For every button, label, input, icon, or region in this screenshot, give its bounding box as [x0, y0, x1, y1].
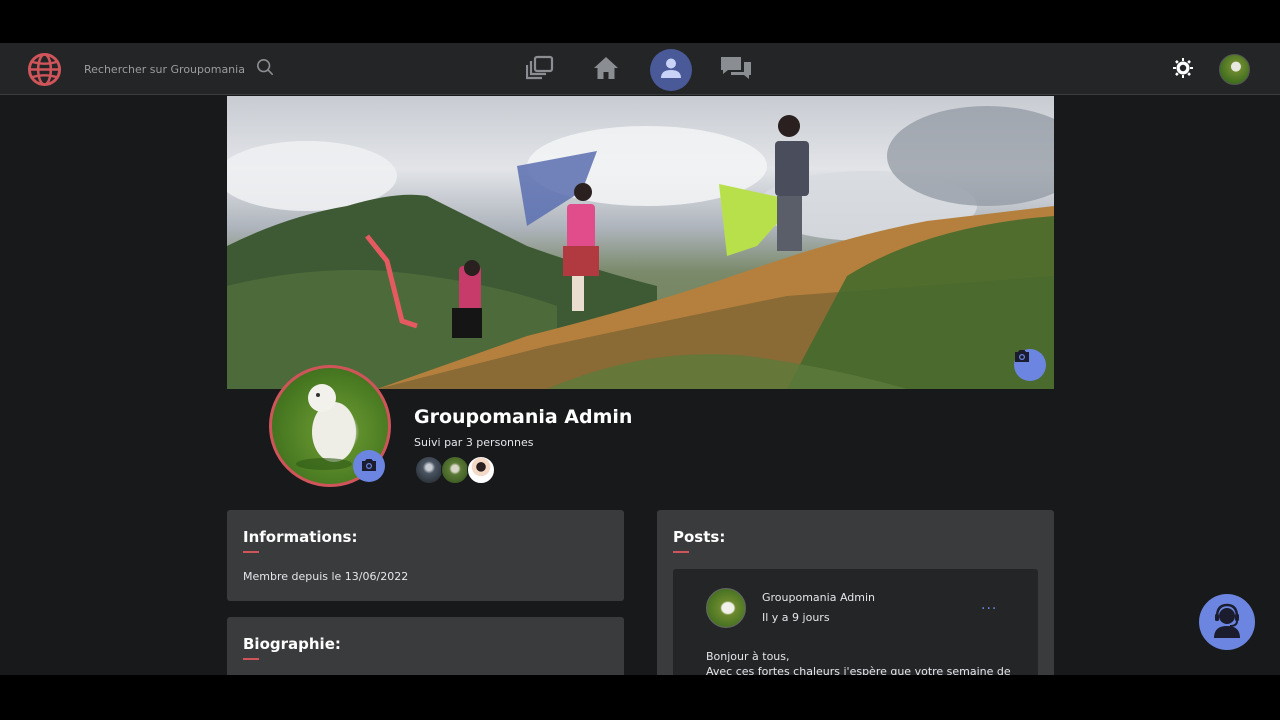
followers-count[interactable]: Suivi par 3 personnes: [414, 436, 534, 449]
informations-title: Informations:: [243, 528, 358, 546]
cover-image: [227, 96, 1054, 389]
home-icon: [593, 56, 619, 84]
top-navbar: [0, 43, 1280, 95]
member-since: Membre depuis le 13/06/2022: [243, 570, 409, 583]
biographie-card: Biographie:: [227, 617, 624, 675]
post-author-avatar[interactable]: [706, 588, 746, 628]
post-body: Bonjour à tous, Avec ces fortes chaleurs…: [706, 649, 1011, 675]
search-bar: [84, 58, 274, 80]
camera-icon: [361, 457, 377, 476]
cover-camera-button[interactable]: [1014, 349, 1046, 381]
cover-illustration: [227, 106, 1054, 389]
header-right-tools: [1173, 54, 1250, 85]
search-input[interactable]: [84, 62, 246, 76]
follower-avatar[interactable]: [415, 456, 443, 484]
chat-icon: [719, 55, 753, 85]
follower-avatar[interactable]: [467, 456, 495, 484]
post-body-line: Avec ces fortes chaleurs j'espère que vo…: [706, 665, 1011, 675]
user-icon: [660, 57, 682, 83]
profile-name: Groupomania Admin: [414, 406, 633, 428]
post-timestamp: Il y a 9 jours: [762, 611, 830, 624]
nav-home-button[interactable]: [584, 49, 628, 91]
main-nav: [518, 49, 758, 91]
title-underline: [243, 658, 259, 660]
post-options-button[interactable]: ...: [981, 597, 997, 613]
nav-posts-button[interactable]: [518, 49, 562, 91]
title-underline: [243, 551, 259, 553]
follower-avatar[interactable]: [441, 456, 469, 484]
title-underline: [673, 551, 689, 553]
app-frame: Groupomania Admin Suivi par 3 personnes …: [0, 43, 1280, 675]
brightness-icon[interactable]: [1173, 57, 1193, 82]
posts-stack-icon: [525, 55, 554, 85]
nav-chat-button[interactable]: [714, 49, 758, 91]
post-author[interactable]: Groupomania Admin: [762, 591, 875, 604]
post-item: Groupomania Admin Il y a 9 jours ... Bon…: [673, 569, 1038, 675]
nav-profile-button[interactable]: [650, 49, 692, 91]
follower-avatars: [415, 456, 495, 484]
posts-title: Posts:: [673, 528, 726, 546]
globe-icon[interactable]: [27, 52, 62, 87]
account-avatar[interactable]: [1219, 54, 1250, 85]
profile-camera-button[interactable]: [353, 450, 385, 482]
post-body-line: Bonjour à tous,: [706, 650, 790, 663]
posts-card: Posts: Groupomania Admin Il y a 9 jours …: [657, 510, 1054, 675]
informations-card: Informations: Membre depuis le 13/06/202…: [227, 510, 624, 601]
biographie-title: Biographie:: [243, 635, 341, 653]
support-agent-icon: [1207, 600, 1247, 644]
search-icon[interactable]: [256, 58, 274, 80]
support-chat-button[interactable]: [1199, 594, 1255, 650]
